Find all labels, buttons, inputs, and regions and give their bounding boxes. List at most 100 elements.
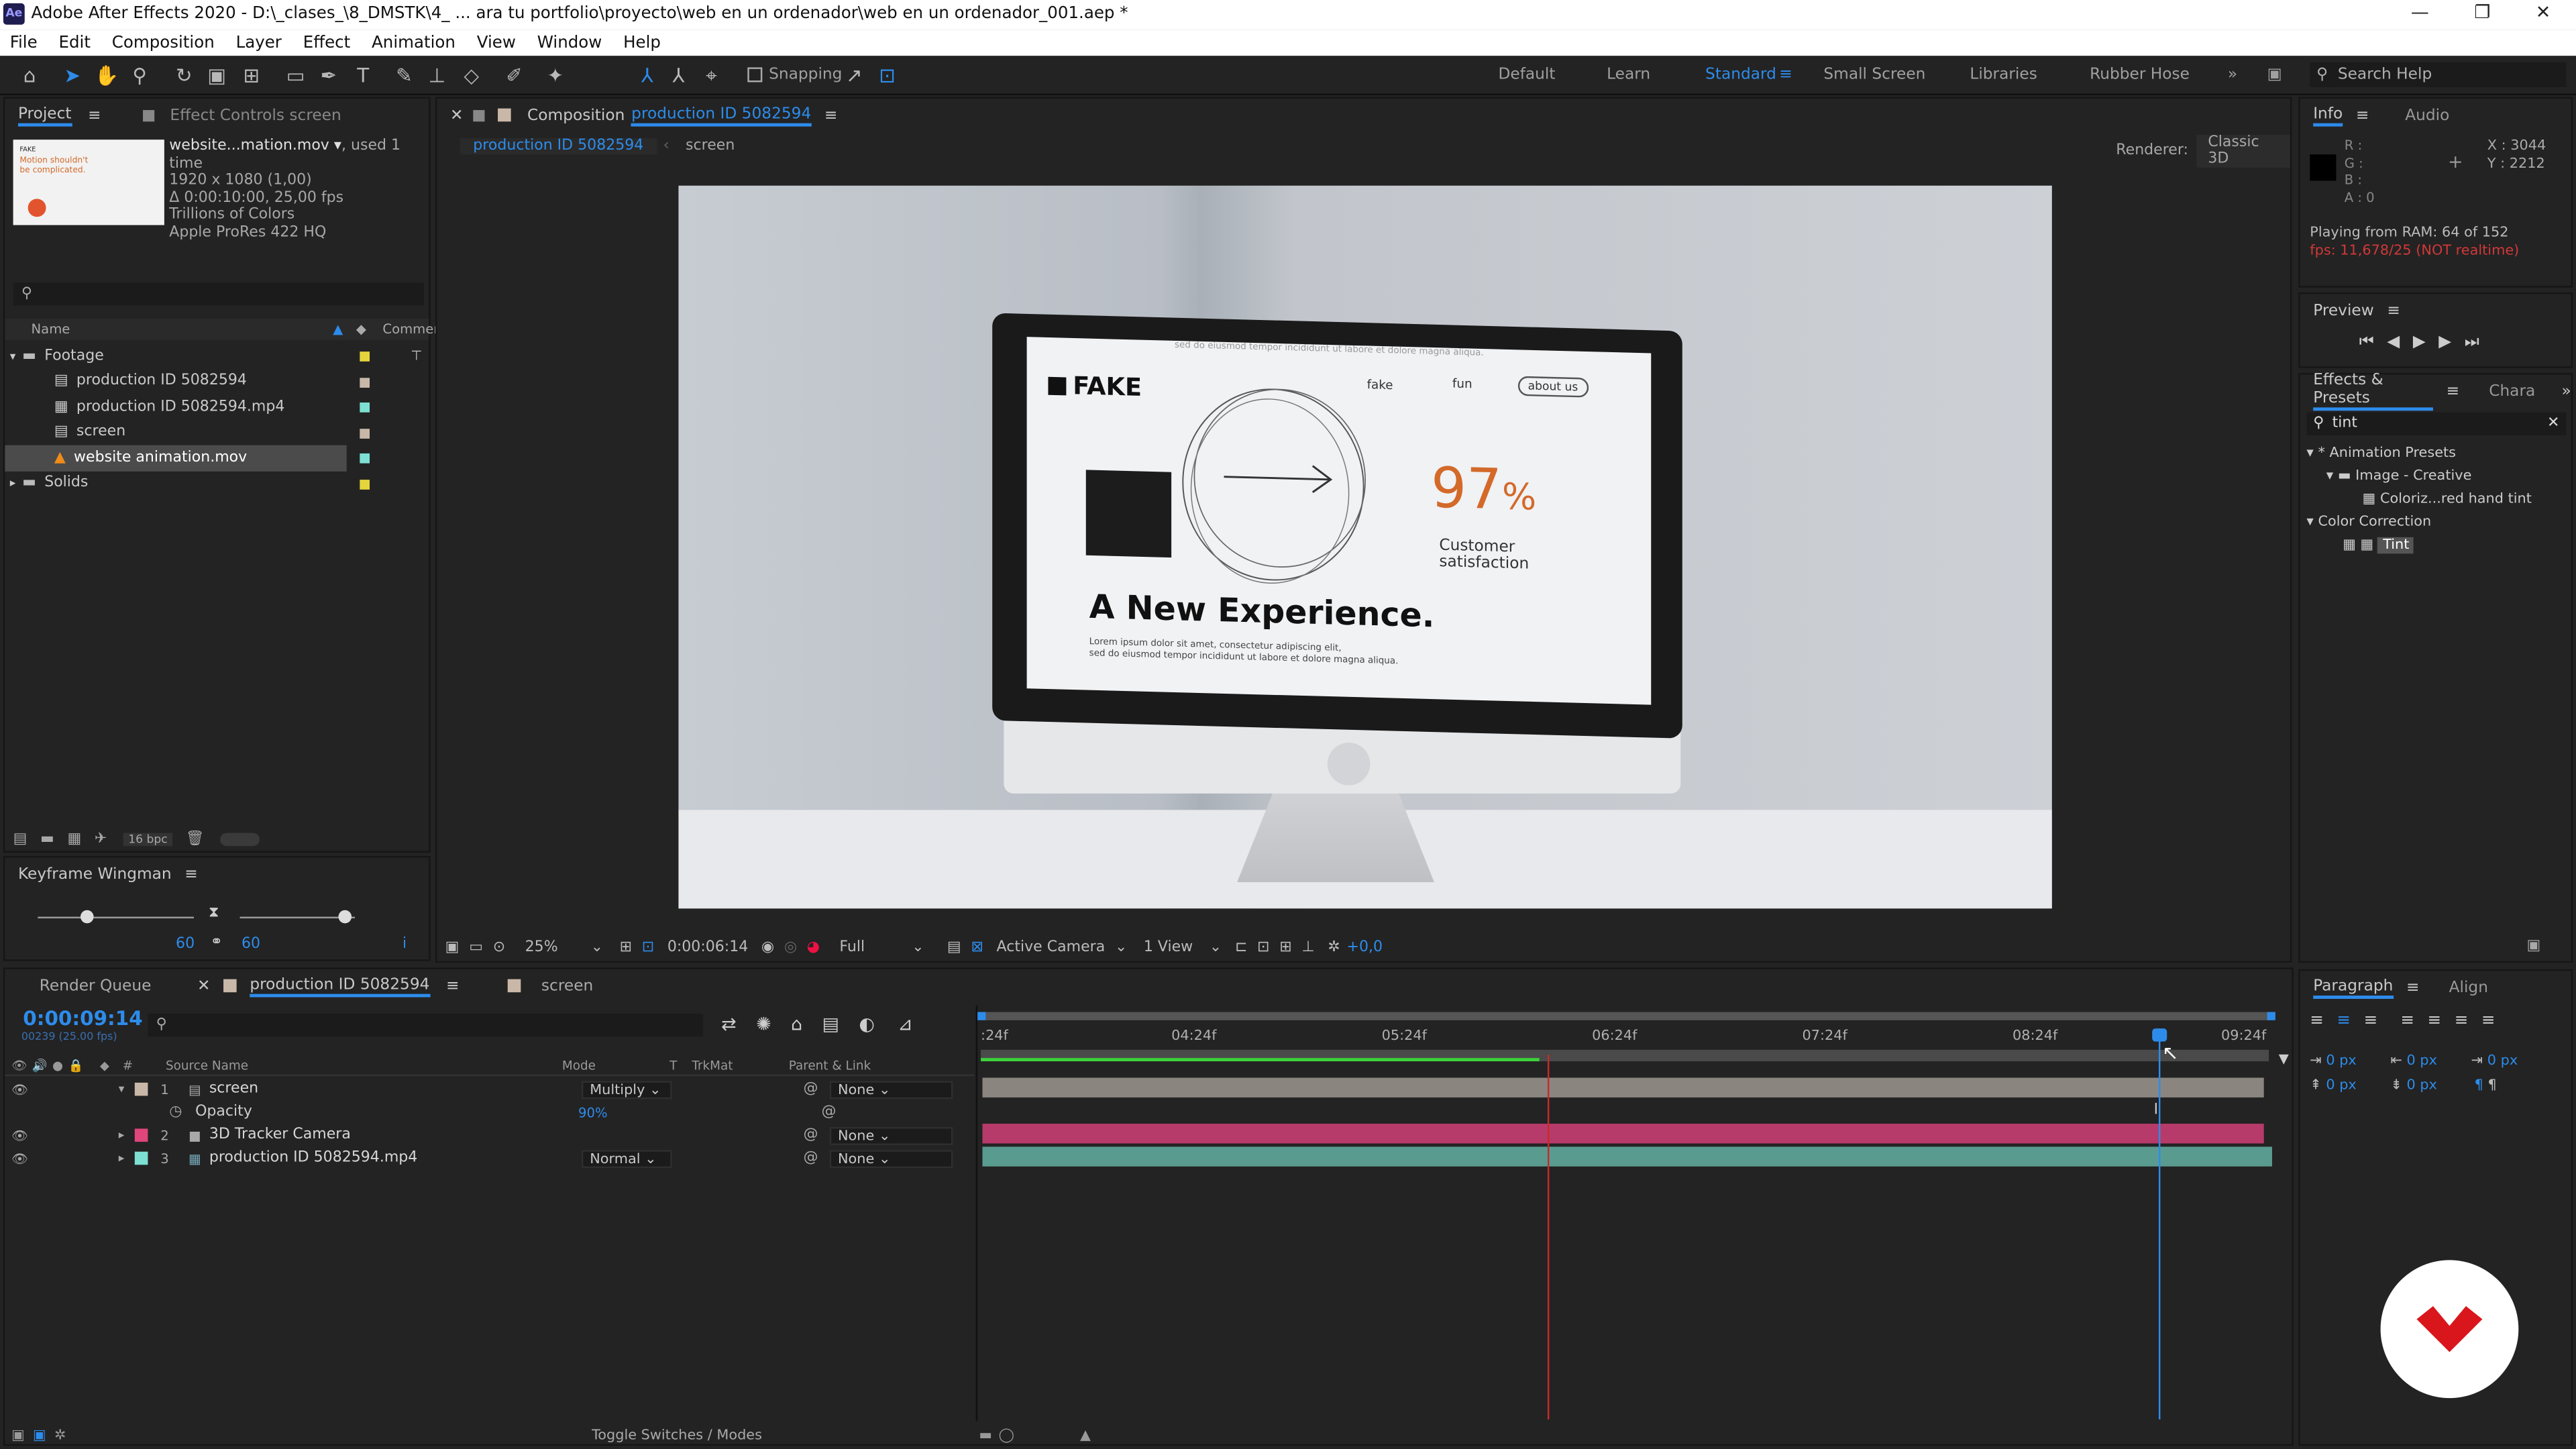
camera-tool-icon[interactable]: ▣ <box>204 62 230 89</box>
layer-label-color[interactable] <box>134 1151 148 1165</box>
label-color[interactable] <box>360 402 370 413</box>
expand-icon[interactable]: ▸ <box>119 1128 125 1142</box>
axis-world-icon[interactable]: ⅄ <box>665 62 692 89</box>
zoom-dropdown[interactable]: 25% <box>525 939 591 955</box>
tab-render-queue[interactable]: Render Queue <box>40 977 152 995</box>
render-time-icon[interactable]: ✲ <box>54 1428 66 1444</box>
motion-blur-icon[interactable]: ◐ <box>859 1014 875 1035</box>
chevron-down-icon[interactable]: ⌄ <box>1115 939 1127 955</box>
project-search-input[interactable]: ⚲ <box>13 282 424 306</box>
current-time[interactable]: 0:00:06:14 <box>667 939 748 955</box>
pickwhip-icon[interactable]: @ <box>804 1081 818 1097</box>
tab-character[interactable]: Chara <box>2489 382 2535 400</box>
opacity-value[interactable]: 90 <box>578 1105 595 1120</box>
link-icon[interactable]: ⚭ <box>210 934 222 951</box>
pickwhip-icon[interactable]: @ <box>804 1127 818 1143</box>
solo-switch-icon[interactable]: ● <box>52 1058 63 1073</box>
column-trkmat[interactable]: TrkMat <box>692 1058 733 1073</box>
rtl-icon[interactable]: ¶ <box>2487 1078 2496 1094</box>
mask-toggle-icon[interactable]: ▭ <box>469 939 483 955</box>
space-after-value[interactable]: 0 px <box>2407 1078 2437 1094</box>
roto-brush-tool-icon[interactable]: ✐ <box>501 62 527 89</box>
column-t[interactable]: T <box>669 1058 677 1073</box>
project-item-screen[interactable]: ▤ screen <box>5 420 425 445</box>
more-tabs-icon[interactable]: » <box>2561 382 2571 400</box>
menu-effect[interactable]: Effect <box>303 34 350 52</box>
project-menu-icon[interactable]: ≡ <box>88 106 101 124</box>
chevron-down-icon[interactable]: ⌄ <box>912 939 924 955</box>
prev-frame-icon[interactable]: ◀ <box>2387 333 2400 352</box>
close-icon[interactable]: ✕ <box>2518 1 2567 28</box>
breadcrumb-screen[interactable]: screen <box>686 138 735 154</box>
space-before-value[interactable]: 0 px <box>2326 1078 2356 1094</box>
pickwhip-icon[interactable]: @ <box>804 1150 818 1166</box>
sync-icon[interactable]: ⧗ <box>209 905 219 921</box>
time-graph[interactable]: :24f 04:24f 05:24f 06:24f 07:24f 08:24f … <box>975 1005 2292 1421</box>
layer-bar-video[interactable] <box>982 1146 2272 1167</box>
timeline-icon[interactable]: ⊞ <box>1279 939 1291 955</box>
tab-timeline-comp[interactable]: production ID 5082594 <box>250 975 430 997</box>
ltr-icon[interactable]: ¶ <box>2475 1078 2483 1094</box>
parent-dropdown[interactable]: None ⌄ <box>829 1080 953 1099</box>
time-navigator[interactable] <box>982 1012 2274 1020</box>
ease-slider-right[interactable] <box>239 916 355 918</box>
eye-icon[interactable]: 👁 <box>11 1151 28 1166</box>
project-item-footage[interactable]: ▾ ▬ Footage ⊤ <box>5 343 425 369</box>
collapse-icon[interactable]: ▾ <box>119 1083 125 1096</box>
blend-mode-dropdown[interactable]: Multiply ⌄ <box>581 1080 672 1099</box>
interpret-footage-icon[interactable]: ▤ <box>13 830 28 847</box>
region-of-interest-icon[interactable]: ⊡ <box>642 939 654 955</box>
workspace-default[interactable]: Default <box>1498 66 1555 84</box>
restore-icon[interactable]: ❐ <box>2458 1 2507 28</box>
column-name[interactable]: Name <box>32 322 70 337</box>
lock-icon[interactable] <box>473 109 485 121</box>
snap-grid-icon[interactable]: ⊡ <box>874 62 900 89</box>
ease-value-right[interactable]: 60 <box>241 936 260 953</box>
menu-view[interactable]: View <box>477 34 516 52</box>
channel-icon[interactable]: ◕ <box>807 939 820 955</box>
bpc-button[interactable]: 16 bpc <box>123 832 173 846</box>
layer-label-color[interactable] <box>134 1128 148 1142</box>
justify-right-icon[interactable]: ≡ <box>2455 1012 2469 1030</box>
workspace-rubber-hose[interactable]: Rubber Hose <box>2090 66 2190 84</box>
chevron-down-icon[interactable]: ⌄ <box>591 939 603 955</box>
new-folder-icon[interactable]: ▬ <box>40 830 54 847</box>
justify-center-icon[interactable]: ≡ <box>2428 1012 2442 1030</box>
playhead-handle[interactable] <box>2152 1028 2167 1042</box>
chevron-down-icon[interactable]: ⌄ <box>1210 939 1222 955</box>
first-line-value[interactable]: 0 px <box>2487 1053 2518 1069</box>
minimize-icon[interactable]: — <box>2396 1 2445 28</box>
last-frame-icon[interactable]: ⏭ <box>2465 333 2479 352</box>
expand-icon[interactable]: ▸ <box>119 1152 125 1165</box>
navigator-end-handle[interactable] <box>2267 1012 2275 1020</box>
shy-layers-icon[interactable]: ⌂ <box>791 1014 802 1035</box>
zoom-out-icon[interactable]: ▬ <box>979 1428 992 1444</box>
tree-image-creative[interactable]: ▾ ▬ Image - Creative <box>2306 465 2532 488</box>
layer-row-3[interactable]: 👁 ▸ 3 ▦ production ID 5082594.mp4 Normal… <box>5 1146 974 1169</box>
layer-row-1[interactable]: 👁 ▾ 1 ▤ screen Multiply ⌄ @ None ⌄ <box>5 1078 974 1101</box>
collapse-icon[interactable]: ▾ <box>2306 515 2313 531</box>
slider-handle-left[interactable] <box>80 910 94 924</box>
blend-mode-dropdown[interactable]: Normal ⌄ <box>581 1149 672 1168</box>
label-color[interactable] <box>360 453 370 464</box>
layer-name[interactable]: screen <box>209 1081 258 1097</box>
clone-stamp-tool-icon[interactable]: ⊥ <box>424 62 450 89</box>
close-tab-icon[interactable]: ✕ <box>450 106 464 124</box>
camera-dropdown[interactable]: Active Camera <box>997 939 1115 955</box>
layer-name[interactable]: 3D Tracker Camera <box>209 1127 351 1143</box>
view-layout-dropdown[interactable]: 1 View <box>1144 939 1210 955</box>
indent-right-value[interactable]: 0 px <box>2407 1053 2437 1069</box>
column-source-name[interactable]: Source Name <box>166 1058 248 1073</box>
tab-info[interactable]: Info <box>2313 105 2343 126</box>
tab-audio[interactable]: Audio <box>2405 106 2449 124</box>
audio-switch-icon[interactable]: 🔊 <box>32 1058 48 1073</box>
graph-editor-icon[interactable]: ⊿ <box>898 1014 913 1035</box>
label-column-icon[interactable]: ◆ <box>356 322 366 337</box>
exposure-value[interactable]: +0,0 <box>1346 939 1383 955</box>
delete-icon[interactable]: 🗑 <box>186 830 205 847</box>
ease-slider-left[interactable] <box>38 916 194 918</box>
justify-left-icon[interactable]: ≡ <box>2400 1012 2414 1030</box>
lock-switch-icon[interactable]: 🔒 <box>68 1058 83 1073</box>
sort-icon[interactable]: ▲ <box>333 322 343 337</box>
layer-switches-icon[interactable]: ▣ <box>11 1428 25 1444</box>
